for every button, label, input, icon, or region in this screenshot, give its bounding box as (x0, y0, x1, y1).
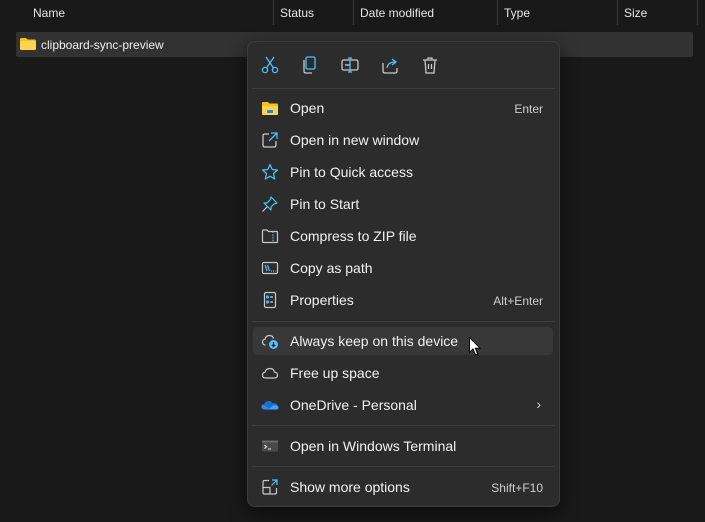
menu-item-open-in-new-window[interactable]: Open in new window (253, 126, 553, 154)
menu-divider (252, 88, 555, 89)
column-divider[interactable] (497, 0, 498, 25)
chevron-right-icon: › (536, 396, 541, 412)
rename-icon[interactable] (340, 55, 360, 75)
menu-item-label: Pin to Start (290, 196, 360, 212)
cut-icon[interactable] (260, 55, 280, 75)
zip-icon (261, 229, 279, 244)
menu-item-label: Open in Windows Terminal (290, 438, 457, 454)
menu-item-shortcut: Enter (514, 102, 543, 116)
more-options-icon (262, 479, 278, 495)
copy-path-icon (261, 261, 279, 275)
sort-ascending-icon: ⌃ (143, 0, 152, 6)
menu-item-shortcut: Shift+F10 (491, 481, 543, 495)
menu-divider (252, 466, 555, 467)
menu-item-label: Always keep on this device (290, 333, 459, 349)
pin-icon (262, 196, 278, 212)
folder-icon (20, 38, 36, 50)
column-name[interactable]: Name (33, 6, 65, 20)
folder-open-icon (262, 102, 278, 115)
menu-item-compress-to-zip[interactable]: Compress to ZIP file (253, 222, 553, 250)
menu-item-label: Show more options (290, 479, 410, 495)
menu-item-label: Free up space (290, 365, 380, 381)
menu-item-label: Properties (290, 292, 354, 308)
menu-item-label: OneDrive - Personal (290, 397, 417, 413)
menu-item-label: Open in new window (290, 132, 420, 148)
star-icon (261, 163, 279, 180)
column-status[interactable]: Status (280, 6, 314, 20)
menu-item-always-keep-on-device[interactable]: Always keep on this device (253, 327, 553, 355)
menu-item-label: Open (290, 100, 325, 116)
column-divider[interactable] (273, 0, 274, 25)
delete-icon[interactable] (420, 55, 440, 75)
onedrive-icon (261, 401, 279, 410)
menu-divider (252, 425, 555, 426)
open-new-window-icon (262, 132, 278, 148)
column-divider[interactable] (697, 0, 698, 25)
share-icon[interactable] (380, 55, 400, 75)
file-name: clipboard-sync-preview (41, 38, 164, 52)
context-menu-toolbar (248, 42, 559, 88)
menu-item-copy-as-path[interactable]: Copy as path (253, 254, 553, 282)
menu-item-shortcut: Alt+Enter (493, 294, 543, 308)
cloud-download-icon (261, 334, 278, 349)
copy-icon[interactable] (300, 55, 320, 75)
column-divider[interactable] (617, 0, 618, 25)
column-header-bar: ⌃ Name Status Date modified Type Size (0, 0, 705, 25)
terminal-icon (262, 440, 278, 452)
menu-item-onedrive-personal[interactable]: OneDrive - Personal › (253, 391, 553, 419)
context-menu: Open Enter Open in new window Pin to Qui… (247, 41, 560, 507)
menu-item-label: Pin to Quick access (290, 164, 413, 180)
menu-item-show-more-options[interactable]: Show more options Shift+F10 (253, 473, 553, 501)
menu-divider (252, 321, 555, 322)
column-date-modified[interactable]: Date modified (360, 6, 434, 20)
column-size[interactable]: Size (624, 6, 647, 20)
menu-item-properties[interactable]: Properties Alt+Enter (253, 286, 553, 314)
menu-item-open[interactable]: Open Enter (253, 94, 553, 122)
column-type[interactable]: Type (504, 6, 530, 20)
menu-item-pin-to-start[interactable]: Pin to Start (253, 190, 553, 218)
menu-item-pin-to-quick-access[interactable]: Pin to Quick access (253, 158, 553, 186)
mouse-cursor-icon (469, 337, 481, 356)
cloud-icon (261, 367, 279, 379)
menu-item-label: Copy as path (290, 260, 373, 276)
menu-item-label: Compress to ZIP file (290, 228, 417, 244)
menu-item-free-up-space[interactable]: Free up space (253, 359, 553, 387)
properties-icon (263, 291, 277, 309)
menu-item-open-in-windows-terminal[interactable]: Open in Windows Terminal (253, 432, 553, 460)
column-divider[interactable] (353, 0, 354, 25)
